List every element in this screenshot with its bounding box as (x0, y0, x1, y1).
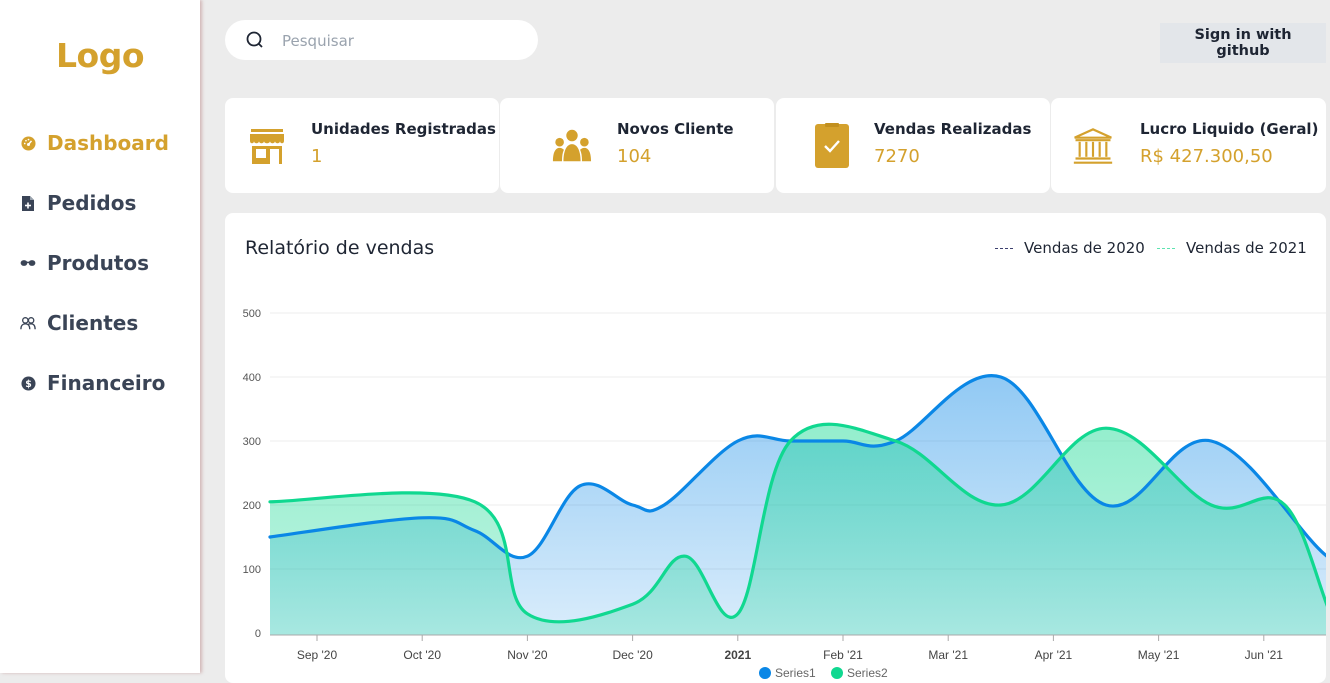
gauge-icon (20, 135, 36, 151)
sidebar-item-label: Produtos (47, 251, 150, 275)
sign-in-github-button[interactable]: Sign in with github (1160, 23, 1326, 63)
series-area-2 (270, 424, 1326, 635)
bottom-legend-label[interactable]: Series2 (847, 666, 888, 680)
search-icon[interactable] (245, 30, 265, 50)
sidebar-item-pedidos[interactable]: Pedidos (20, 188, 136, 218)
legend-label: Vendas de 2020 (1024, 239, 1145, 257)
x-tick-label: Oct '20 (403, 648, 441, 662)
y-tick-label: 100 (243, 564, 261, 576)
x-tick-label: Mar '21 (928, 648, 968, 662)
sidebar-item-label: Dashboard (47, 131, 169, 155)
y-tick-label: 500 (243, 308, 261, 320)
stat-card-vendas: Vendas Realizadas 7270 (776, 98, 1050, 193)
sidebar-item-label: Clientes (47, 311, 139, 335)
glasses-icon (20, 255, 36, 271)
bottom-legend-marker[interactable] (831, 667, 843, 679)
x-tick-label: Dec '20 (612, 648, 653, 662)
store-icon (247, 124, 287, 168)
stat-card-lucro: Lucro Liquido (Geral) R$ 427.300,50 (1051, 98, 1326, 193)
y-tick-label: 400 (243, 372, 261, 384)
legend-swatch (995, 247, 1013, 249)
stat-card-unidades: Unidades Registradas 1 (225, 98, 499, 193)
stat-card-clientes: Novos Cliente 104 (500, 98, 774, 193)
card-value: 7270 (874, 146, 920, 167)
chart-title: Relatório de vendas (245, 237, 435, 259)
sidebar: Logo Dashboard Pedidos Produtos Clientes… (0, 0, 200, 673)
card-title: Novos Cliente (617, 120, 734, 138)
users-icon (20, 315, 36, 331)
legend-label: Vendas de 2021 (1186, 239, 1307, 257)
x-tick-label: Apr '21 (1035, 648, 1073, 662)
legend-item-2020[interactable]: Vendas de 2020 (995, 239, 1145, 257)
bottom-legend-marker[interactable] (759, 667, 771, 679)
card-title: Lucro Liquido (Geral) (1140, 120, 1319, 138)
logo[interactable]: Logo (0, 36, 200, 75)
card-title: Vendas Realizadas (874, 120, 1032, 138)
bottom-legend-label[interactable]: Series1 (775, 666, 816, 680)
document-plus-icon (20, 195, 36, 211)
group-icon (552, 124, 592, 168)
legend-swatch (1157, 247, 1175, 249)
x-tick-label: 2021 (724, 648, 751, 662)
clipboard-check-icon (812, 123, 852, 168)
x-tick-label: Sep '20 (297, 648, 338, 662)
svg-text:$: $ (25, 378, 32, 389)
legend-item-2021[interactable]: Vendas de 2021 (1157, 239, 1307, 257)
card-value: 1 (311, 146, 323, 167)
card-title: Unidades Registradas (311, 120, 496, 138)
sidebar-item-produtos[interactable]: Produtos (20, 248, 149, 278)
sidebar-item-clientes[interactable]: Clientes (20, 308, 138, 338)
sidebar-item-financeiro[interactable]: $ Financeiro (20, 368, 165, 398)
card-value: R$ 427.300,50 (1140, 146, 1273, 167)
sidebar-item-label: Financeiro (47, 371, 166, 395)
bank-icon (1073, 124, 1113, 168)
search-input[interactable] (280, 28, 524, 54)
x-tick-label: Jun '21 (1245, 648, 1284, 662)
y-tick-label: 200 (243, 500, 261, 512)
search-bar (225, 20, 538, 60)
x-tick-label: Nov '20 (507, 648, 548, 662)
y-tick-label: 300 (243, 436, 261, 448)
dollar-coin-icon: $ (20, 375, 36, 391)
sidebar-item-label: Pedidos (47, 191, 137, 215)
sales-chart: 0 100 200 300 400 500 Sep '20 Oct '20 Nov '20 Dec… (243, 308, 1326, 680)
x-tick-label: Feb '21 (823, 648, 863, 662)
sales-report-card: 0 100 200 300 400 500 Sep '20 Oct '20 Nov '20 Dec… (225, 213, 1326, 683)
y-tick-label: 0 (255, 628, 261, 640)
sidebar-item-dashboard[interactable]: Dashboard (20, 128, 169, 158)
x-tick-label: May '21 (1138, 648, 1180, 662)
card-value: 104 (617, 146, 652, 167)
